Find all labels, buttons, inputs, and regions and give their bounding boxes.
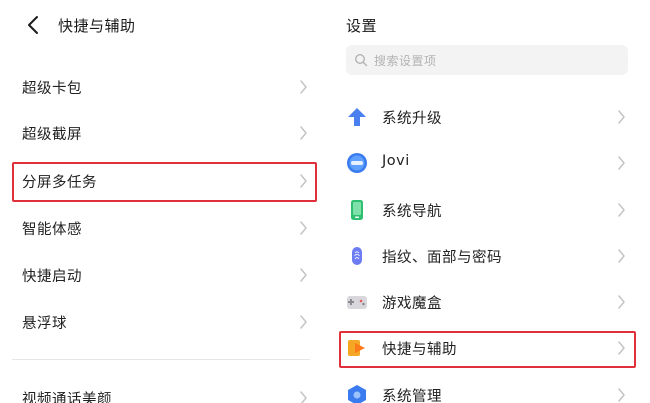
settings-item-label: 系统升级 <box>382 111 442 127</box>
settings-item-label: 系统管理 <box>382 389 442 403</box>
list-item-split-screen[interactable]: 分屏多任务 <box>0 158 318 204</box>
chevron-right-icon <box>617 340 626 356</box>
settings-title: 设置 <box>346 17 378 35</box>
chevron-right-icon <box>299 390 308 403</box>
settings-item-system-upgrade[interactable]: 系统升级 <box>330 94 644 140</box>
settings-item-label: Jovi <box>382 153 410 169</box>
shortcuts-icon <box>346 337 368 359</box>
settings-item-system-management[interactable]: 系统管理 <box>330 372 644 403</box>
settings-item-system-navigation[interactable]: 系统导航 <box>330 187 644 233</box>
list-item-label: 分屏多任务 <box>22 175 97 191</box>
chevron-right-icon <box>617 109 626 125</box>
list-item-label: 悬浮球 <box>22 316 67 332</box>
list-item-super-card[interactable]: 超级卡包 <box>0 64 318 110</box>
settings-item-jovi[interactable]: Jovi <box>330 140 644 186</box>
list-item-label: 超级卡包 <box>22 81 82 97</box>
settings-item-label: 游戏魔盒 <box>382 296 442 312</box>
chevron-left-icon <box>28 16 38 34</box>
search-placeholder: 搜索设置项 <box>374 54 437 68</box>
left-header: 快捷与辅助 <box>0 0 318 48</box>
settings-item-game-box[interactable]: 游戏魔盒 <box>330 279 644 325</box>
list-item-smart-motion[interactable]: 智能体感 <box>0 205 318 251</box>
shortcuts-panel: 快捷与辅助 超级卡包 超级截屏 分屏多任务 智能体感 快捷启动 悬浮球 视频通话… <box>0 0 318 403</box>
chevron-right-icon <box>299 173 308 189</box>
settings-panel: 设置 搜索设置项 系统升级 Jovi 系统导航 指纹、面部与密码 游戏魔盒 快捷… <box>330 0 644 403</box>
chevron-right-icon <box>617 294 626 310</box>
game-box-icon <box>346 291 368 313</box>
settings-item-fingerprint[interactable]: 指纹、面部与密码 <box>330 233 644 279</box>
chevron-right-icon <box>617 248 626 264</box>
chevron-right-icon <box>299 314 308 330</box>
list-item-label: 视频通话美颜 <box>22 392 112 403</box>
fingerprint-icon <box>346 245 368 267</box>
settings-item-shortcuts[interactable]: 快捷与辅助 <box>330 325 644 371</box>
chevron-right-icon <box>299 79 308 95</box>
back-button[interactable] <box>24 14 44 36</box>
system-navigation-icon <box>346 199 368 221</box>
jovi-icon <box>346 152 368 174</box>
divider <box>12 359 310 360</box>
chevron-right-icon <box>617 387 626 403</box>
list-item-label: 快捷启动 <box>22 269 82 285</box>
system-upgrade-icon <box>346 106 368 128</box>
list-item-floating-ball[interactable]: 悬浮球 <box>0 299 318 345</box>
settings-item-label: 指纹、面部与密码 <box>382 250 502 266</box>
chevron-right-icon <box>617 202 626 218</box>
settings-item-label: 快捷与辅助 <box>382 342 457 358</box>
page-title: 快捷与辅助 <box>58 17 136 35</box>
list-item-quick-launch[interactable]: 快捷启动 <box>0 252 318 298</box>
chevron-right-icon <box>299 125 308 141</box>
list-item-label: 超级截屏 <box>22 127 82 143</box>
list-item-super-screenshot[interactable]: 超级截屏 <box>0 110 318 156</box>
search-icon <box>354 53 368 67</box>
chevron-right-icon <box>299 220 308 236</box>
search-input[interactable]: 搜索设置项 <box>346 45 628 75</box>
settings-item-label: 系统导航 <box>382 204 442 220</box>
system-management-icon <box>346 384 368 403</box>
right-header: 设置 <box>330 0 644 48</box>
list-item-label: 智能体感 <box>22 222 82 238</box>
chevron-right-icon <box>299 267 308 283</box>
chevron-right-icon <box>617 155 626 171</box>
list-item-video-beauty[interactable]: 视频通话美颜 <box>0 375 318 403</box>
